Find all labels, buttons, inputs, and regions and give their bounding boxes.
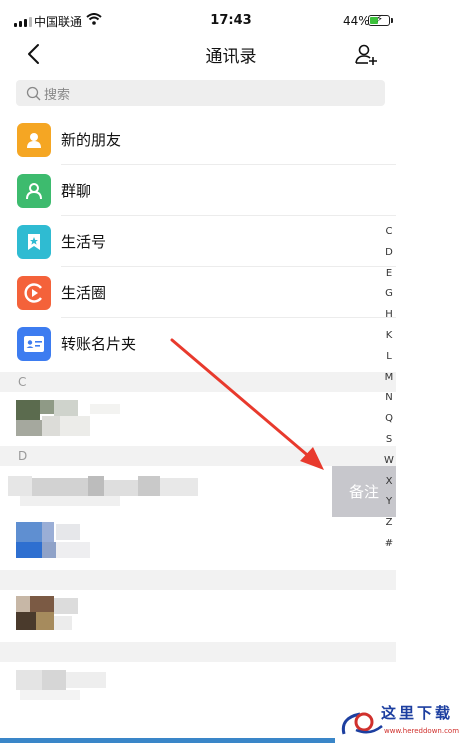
watermark-text: 这里下载 <box>381 704 454 722</box>
annotation-arrow <box>170 338 324 470</box>
bottom-strip <box>0 738 335 743</box>
watermark-url: www.hereddown.com <box>384 727 460 735</box>
